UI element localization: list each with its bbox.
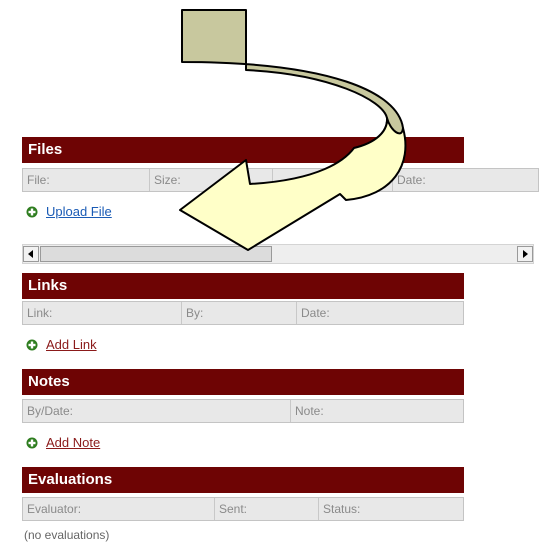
arrow-head <box>179 117 407 251</box>
curved-arrow-callout <box>179 9 407 251</box>
